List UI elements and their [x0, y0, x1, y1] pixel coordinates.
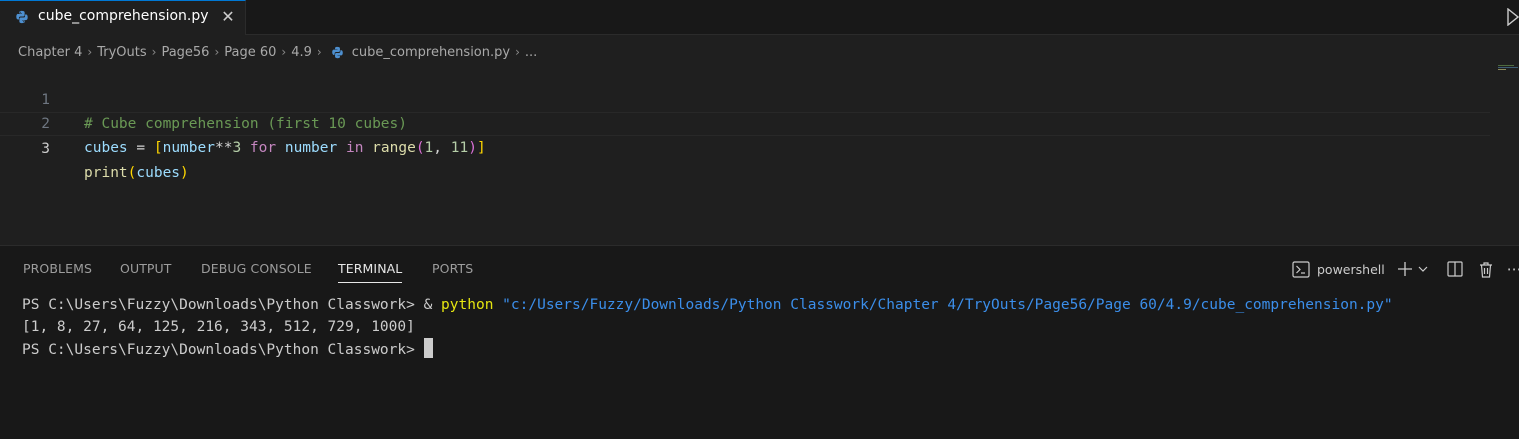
terminal-actions: powershell ⋯	[1292, 258, 1519, 280]
bracket-token: (	[415, 140, 425, 156]
chevron-right-icon: ›	[316, 45, 322, 59]
python-file-icon	[16, 10, 28, 24]
line-content: print(cubes)	[84, 161, 189, 185]
trash-icon[interactable]	[1478, 261, 1494, 278]
breadcrumb-more[interactable]: ...	[525, 45, 537, 60]
tab-problems[interactable]: PROBLEMS	[23, 261, 92, 276]
breadcrumb-item-file[interactable]: cube_comprehension.py	[352, 45, 510, 60]
operator-token: ,	[433, 140, 451, 156]
terminal-icon[interactable]	[1292, 260, 1310, 278]
operator-token: =	[127, 140, 154, 156]
code-line: 2 cubes = [number**3 for number in range…	[0, 88, 1490, 156]
variable-token: number	[162, 140, 215, 156]
run-python-icon[interactable]	[1507, 8, 1519, 26]
code-line: 1 # Cube comprehension (first 10 cubes)	[0, 64, 1490, 132]
bracket-token: [	[153, 140, 163, 156]
terminal-prompt: PS C:\Users\Fuzzy\Downloads\Python Class…	[22, 342, 424, 358]
terminal-command: python	[441, 297, 494, 313]
keyword-token: for	[241, 140, 285, 156]
more-actions-icon[interactable]: ⋯	[1507, 260, 1519, 278]
keyword-token: in	[337, 140, 373, 156]
function-token: range	[372, 140, 416, 156]
chevron-down-icon[interactable]	[1418, 264, 1428, 274]
editor-tab-bar: cube_comprehension.py ✕	[0, 0, 1519, 35]
terminal-line: PS C:\Users\Fuzzy\Downloads\Python Class…	[22, 294, 1393, 316]
number-token: 1	[424, 140, 434, 156]
tab-ports[interactable]: PORTS	[432, 261, 473, 276]
variable-token: cubes	[84, 140, 128, 156]
breadcrumb-item-page-60[interactable]: Page 60	[224, 45, 276, 60]
chevron-right-icon: ›	[515, 45, 520, 59]
bracket-token: )	[180, 165, 189, 181]
breadcrumb-item-4-9[interactable]: 4.9	[291, 45, 312, 60]
code-editor[interactable]: 1 # Cube comprehension (first 10 cubes) …	[0, 64, 1519, 244]
bracket-token: )	[468, 140, 477, 156]
line-number: 3	[41, 141, 50, 157]
editor-tab-cube-comprehension[interactable]: cube_comprehension.py ✕	[0, 0, 246, 35]
operator-token: **	[214, 140, 233, 156]
split-terminal-icon[interactable]	[1447, 261, 1463, 277]
chevron-right-icon: ›	[151, 45, 157, 59]
number-token: 3	[232, 140, 242, 156]
number-token: 11	[450, 140, 469, 156]
tab-filename: cube_comprehension.py	[38, 8, 209, 24]
breadcrumb-item-page56[interactable]: Page56	[161, 45, 209, 60]
function-token: print	[84, 165, 128, 181]
chevron-right-icon: ›	[214, 45, 220, 59]
panel-tab-bar: PROBLEMS OUTPUT DEBUG CONSOLE TERMINAL P…	[0, 246, 1519, 286]
terminal-line: PS C:\Users\Fuzzy\Downloads\Python Class…	[22, 338, 1393, 361]
close-tab-icon[interactable]: ✕	[219, 7, 237, 27]
terminal-prompt: PS C:\Users\Fuzzy\Downloads\Python Class…	[22, 297, 424, 313]
python-file-icon	[331, 46, 343, 58]
variable-token: number	[284, 140, 338, 156]
breadcrumb-item-chapter-4[interactable]: Chapter 4	[18, 45, 82, 60]
tab-debug-console[interactable]: DEBUG CONSOLE	[201, 261, 312, 276]
tab-terminal[interactable]: TERMINAL	[338, 261, 403, 283]
shell-name[interactable]: powershell	[1317, 262, 1385, 277]
code-line-current: 3 print ( cubes)	[0, 112, 1490, 181]
terminal-line: [1, 8, 27, 64, 125, 216, 343, 512, 729, …	[22, 319, 415, 335]
breadcrumb: Chapter 4 › TryOuts › Page56 › Page 60 ›…	[18, 42, 537, 62]
chevron-right-icon: ›	[87, 45, 93, 59]
tab-output[interactable]: OUTPUT	[120, 261, 172, 276]
line-content: cubes = [number**3 for number in range(1…	[84, 136, 486, 160]
terminal-amp: &	[423, 297, 442, 313]
breadcrumb-item-tryouts[interactable]: TryOuts	[97, 45, 146, 60]
terminal-cursor	[423, 338, 433, 358]
variable-token: cubes	[136, 165, 181, 181]
bracket-token: ]	[476, 140, 486, 156]
bottom-panel: PROBLEMS OUTPUT DEBUG CONSOLE TERMINAL P…	[0, 245, 1519, 439]
minimap[interactable]	[1498, 65, 1518, 70]
chevron-right-icon: ›	[281, 45, 287, 59]
terminal-output[interactable]: PS C:\Users\Fuzzy\Downloads\Python Class…	[22, 294, 1393, 361]
terminal-argument: "c:/Users/Fuzzy/Downloads/Python Classwo…	[493, 297, 1393, 313]
plus-icon[interactable]	[1397, 261, 1413, 277]
